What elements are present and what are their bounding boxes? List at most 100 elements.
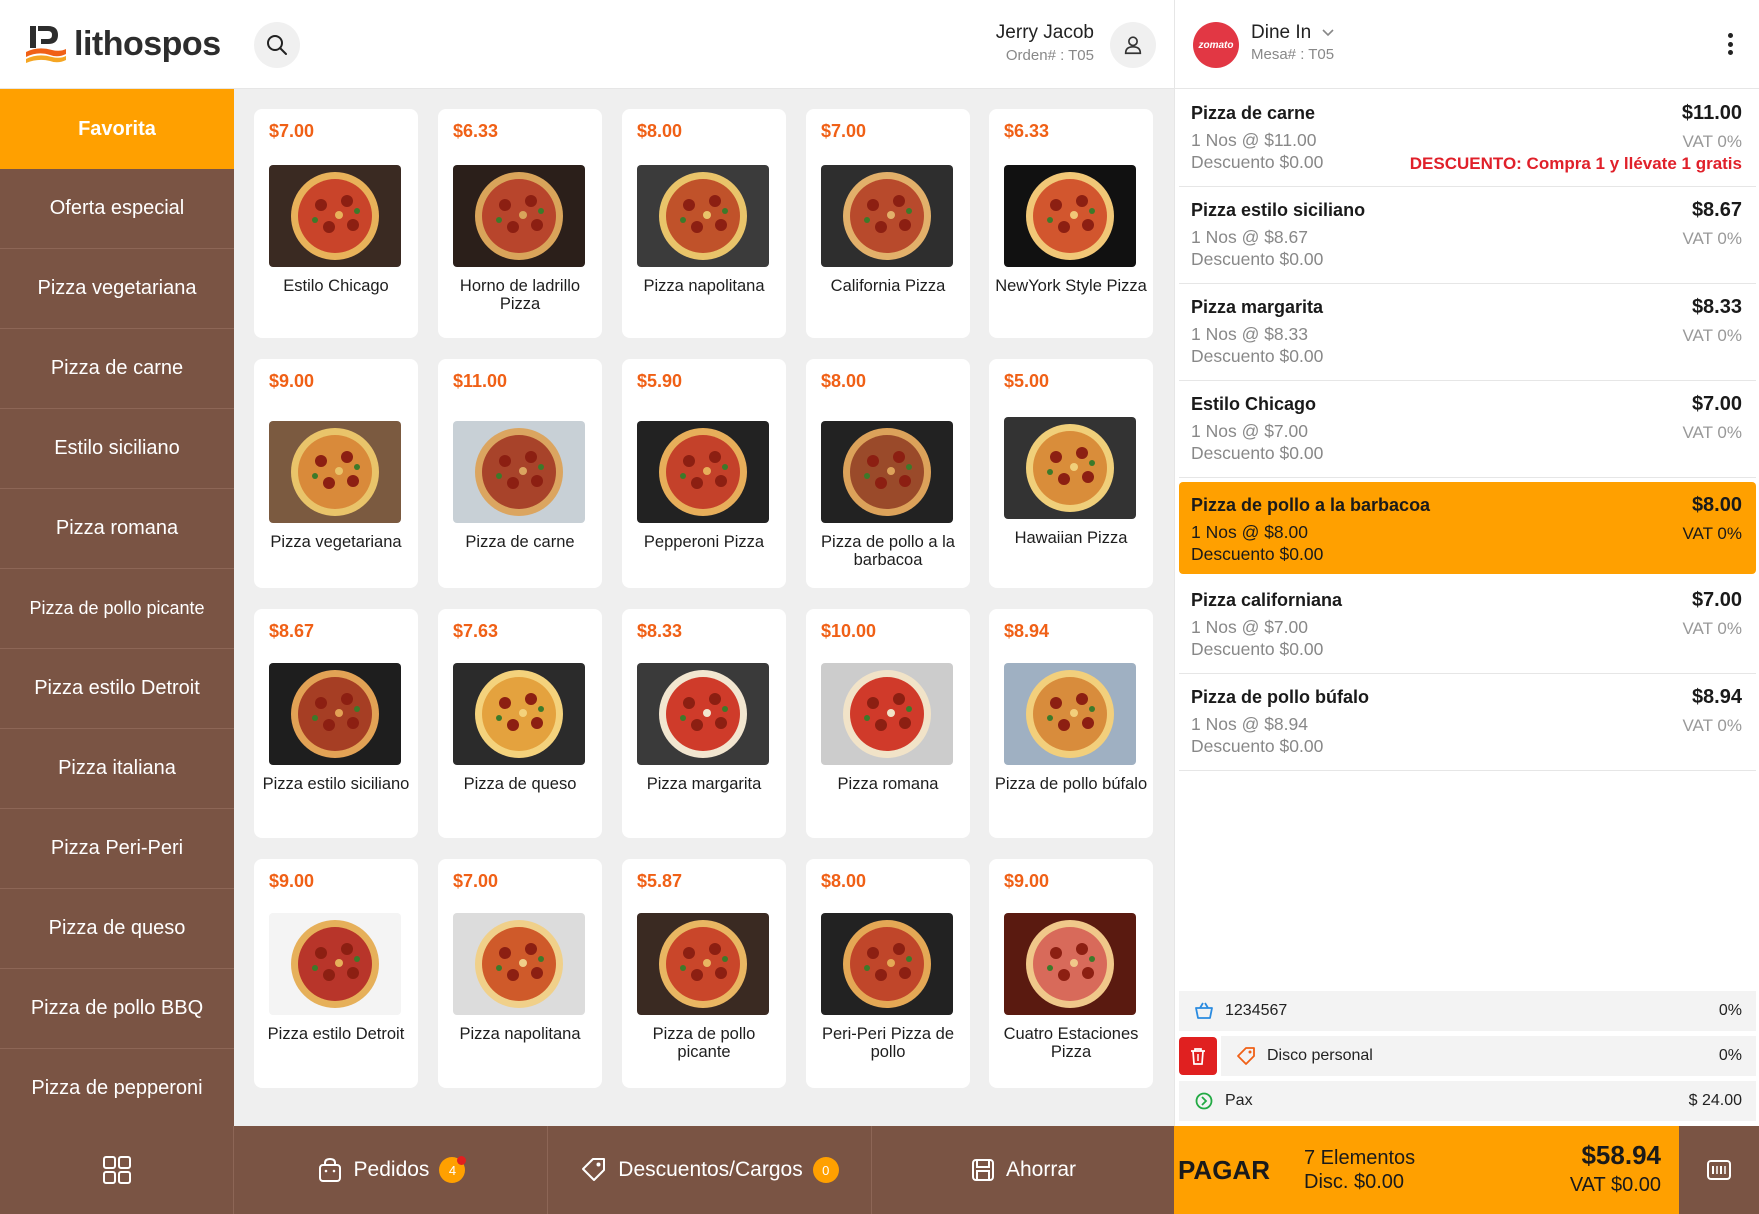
grid-view-button[interactable] (0, 1126, 234, 1214)
search-button[interactable] (254, 22, 300, 68)
product-card[interactable]: $9.00 Cuatro Estaciones Pizza (989, 859, 1153, 1088)
order-line-item[interactable]: Pizza californiana 1 Nos @ $7.00 Descuento… (1179, 577, 1756, 674)
user-avatar-button[interactable] (1110, 22, 1156, 68)
product-image (1004, 417, 1136, 519)
product-card[interactable]: $8.67 Pizza estilo siciliano (254, 609, 418, 838)
product-price: $5.00 (1004, 371, 1050, 391)
line-item-name: Pizza de pollo a la barbacoa (1191, 495, 1431, 515)
product-price: $10.00 (821, 621, 877, 641)
order-line-item[interactable]: Pizza de pollo a la barbacoa 1 Nos @ $8.0… (1179, 482, 1756, 574)
product-card[interactable]: $8.33 Pizza margarita (622, 609, 786, 838)
category-pizza-de-queso[interactable]: Pizza de queso (0, 889, 234, 969)
product-name: Hawaiian Pizza (1014, 529, 1128, 547)
product-price: $5.90 (637, 371, 683, 391)
pizza-icon (453, 663, 585, 765)
product-card[interactable]: $9.00 Pizza estilo Detroit (254, 859, 418, 1088)
product-card[interactable]: $8.00 Peri-Peri Pizza de pollo (806, 859, 970, 1088)
order-type-dropdown[interactable]: Dine In (1251, 22, 1335, 44)
product-card[interactable]: $8.00 Pizza de pollo a la barbacoa (806, 359, 970, 588)
category-favorita[interactable]: Favorita (0, 89, 234, 169)
product-card[interactable]: $5.90 Pepperoni Pizza (622, 359, 786, 588)
product-price: $7.00 (269, 121, 315, 141)
product-price: $8.00 (637, 121, 683, 141)
category-pizza-de-pollo-picante[interactable]: Pizza de pollo picante (0, 569, 234, 649)
user-icon (1124, 36, 1142, 55)
category-estilo-siciliano[interactable]: Estilo siciliano (0, 409, 234, 489)
user-name: Jerry Jacob (995, 22, 1094, 43)
product-card[interactable]: $6.33 NewYork Style Pizza (989, 109, 1153, 338)
customer-row[interactable]: 1234567 0% (1179, 991, 1756, 1031)
line-item-price: $8.94 (1691, 686, 1742, 708)
order-line-item[interactable]: Pizza de carne 1 Nos @ $11.00 Descuento $0… (1179, 90, 1756, 187)
discounts-count-badge: 0 (812, 1157, 839, 1183)
category-pizza-peri-peri[interactable]: Pizza Peri-Peri (0, 809, 234, 889)
product-name: Estilo Chicago (283, 277, 389, 295)
product-card[interactable]: $5.00 Hawaiian Pizza (989, 359, 1153, 588)
notification-dot (457, 1156, 467, 1165)
brand-logo: lithospos (24, 22, 221, 66)
line-item-discount: Descuento $0.00 (1191, 639, 1324, 659)
pizza-icon (453, 165, 585, 267)
order-panel: zomato Dine In Mesa# : T05 Pizza de carn… (1174, 0, 1759, 1126)
product-card[interactable]: $7.00 California Pizza (806, 109, 970, 338)
category-pizza-italiana[interactable]: Pizza italiana (0, 729, 234, 809)
product-card[interactable]: $7.63 Pizza de queso (438, 609, 602, 838)
kebab-dot-icon (1727, 33, 1733, 38)
product-card[interactable]: $8.94 Pizza de pollo búfalo (989, 609, 1153, 838)
product-card[interactable]: $7.00 Pizza napolitana (438, 859, 602, 1088)
product-name: Pizza margarita (646, 775, 762, 793)
order-line-item[interactable]: Estilo Chicago 1 Nos @ $7.00 Descuento $0.… (1179, 381, 1756, 478)
line-item-quantity: 1 Nos @ $7.00 (1191, 421, 1308, 441)
product-name: Pizza de pollo búfalo (994, 775, 1148, 793)
product-image (1004, 913, 1136, 1015)
search-icon (267, 35, 287, 55)
pizza-icon (269, 421, 401, 523)
delete-discount-button[interactable] (1179, 1037, 1217, 1075)
brand-name: lithospos (74, 24, 221, 63)
category-oferta-especial[interactable]: Oferta especial (0, 169, 234, 249)
personal-discount-row[interactable]: Disco personal 0% (1221, 1036, 1756, 1076)
orders-label: Pedidos (353, 1158, 430, 1181)
order-line-item[interactable]: Pizza estilo siciliano 1 Nos @ $8.67 Descu… (1179, 187, 1756, 284)
save-button[interactable]: Ahorrar (872, 1126, 1174, 1214)
orders-button[interactable]: Pedidos 4 (234, 1126, 548, 1214)
product-name: Horno de ladrillo Pizza (459, 277, 581, 313)
line-item-name: Pizza de pollo búfalo (1191, 687, 1370, 707)
save-icon (971, 1159, 994, 1181)
order-line-item[interactable]: Pizza de pollo búfalo 1 Nos @ $8.94 Descue… (1179, 674, 1756, 771)
product-name: Peri-Peri Pizza de pollo (821, 1025, 955, 1061)
pay-bar[interactable]: PAGAR 7 Elementos Disc. $0.00 $58.94 VAT… (1174, 1126, 1759, 1214)
order-line-item[interactable]: Pizza margarita 1 Nos @ $8.33 Descuento $0… (1179, 284, 1756, 381)
product-card[interactable]: $9.00 Pizza vegetariana (254, 359, 418, 588)
more-options-button[interactable] (1720, 30, 1740, 58)
product-price: $8.67 (269, 621, 315, 641)
category-pizza-de-pepperoni[interactable]: Pizza de pepperoni (0, 1049, 234, 1129)
table-number: Mesa# : T05 (1251, 46, 1335, 63)
category-pizza-romana[interactable]: Pizza romana (0, 489, 234, 569)
product-card[interactable]: $10.00 Pizza romana (806, 609, 970, 838)
pizza-icon (453, 913, 585, 1015)
item-count: 7 Elementos (1304, 1147, 1416, 1169)
product-image (821, 421, 953, 523)
pizza-icon (1004, 165, 1136, 267)
category-pizza-de-carne[interactable]: Pizza de carne (0, 329, 234, 409)
pay-button[interactable]: PAGAR (1178, 1126, 1270, 1214)
pay-summary: 7 Elementos Disc. $0.00 (1304, 1146, 1415, 1194)
product-card[interactable]: $6.33 Horno de ladrillo Pizza (438, 109, 602, 338)
product-card[interactable]: $7.00 Estilo Chicago (254, 109, 418, 338)
discounts-charges-button[interactable]: Descuentos/Cargos 0 (548, 1126, 872, 1214)
pax-row[interactable]: Pax $ 24.00 (1179, 1081, 1756, 1121)
category-pizza-estilo-detroit[interactable]: Pizza estilo Detroit (0, 649, 234, 729)
line-item-vat: VAT 0% (1682, 326, 1742, 345)
discounts-count: 0 (822, 1162, 830, 1178)
category-pizza-de-pollo-bbq[interactable]: Pizza de pollo BBQ (0, 969, 234, 1049)
category-pizza-vegetariana[interactable]: Pizza vegetariana (0, 249, 234, 329)
product-card[interactable]: $8.00 Pizza napolitana (622, 109, 786, 338)
print-receipt-button[interactable] (1679, 1126, 1759, 1214)
product-card[interactable]: $5.87 Pizza de pollo picante (622, 859, 786, 1088)
pizza-icon (821, 421, 953, 523)
discounts-label: Descuentos/Cargos (618, 1158, 803, 1181)
product-card[interactable]: $11.00 Pizza de carne (438, 359, 602, 588)
pax-label: Pax (1225, 1092, 1253, 1109)
coin-icon (1193, 1090, 1215, 1112)
